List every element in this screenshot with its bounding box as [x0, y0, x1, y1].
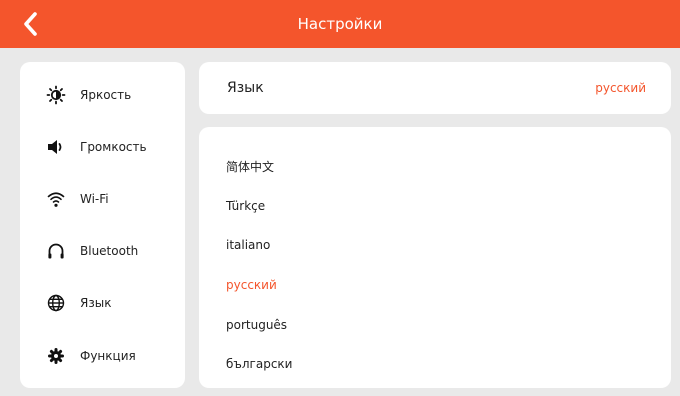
- sidebar-item-function[interactable]: Функция: [20, 336, 185, 376]
- sidebar-item-label: Wi-Fi: [80, 192, 109, 206]
- language-option-portuguese[interactable]: português: [226, 315, 646, 335]
- globe-icon: [46, 293, 66, 313]
- language-header-card: Язык русский: [199, 62, 671, 114]
- language-list: 简体中文 Türkçe italiano русский português б…: [199, 127, 671, 388]
- volume-icon: [46, 137, 66, 157]
- language-option-bulgarian[interactable]: български: [226, 354, 646, 374]
- top-bar: Настройки: [0, 0, 680, 48]
- sidebar-item-label: Bluetooth: [80, 244, 139, 258]
- page-title: Настройки: [297, 15, 383, 33]
- settings-sidebar: Яркость Громкость Wi-Fi Bluetooth Язык Ф…: [20, 62, 185, 388]
- current-language-value: русский: [595, 81, 646, 95]
- language-option-italian[interactable]: italiano: [226, 235, 646, 255]
- sidebar-item-label: Функция: [80, 349, 136, 363]
- sidebar-item-label: Громкость: [80, 140, 147, 154]
- sidebar-item-wifi[interactable]: Wi-Fi: [20, 179, 185, 219]
- sidebar-item-language[interactable]: Язык: [20, 283, 185, 323]
- brightness-icon: [46, 85, 66, 105]
- wifi-icon: [46, 189, 66, 209]
- sidebar-item-bluetooth[interactable]: Bluetooth: [20, 231, 185, 271]
- language-label: Язык: [227, 80, 264, 96]
- sidebar-item-volume[interactable]: Громкость: [20, 127, 185, 167]
- headphones-icon: [46, 241, 66, 261]
- sidebar-item-label: Язык: [80, 296, 112, 310]
- language-option-chinese[interactable]: 简体中文: [226, 157, 646, 177]
- language-option-russian[interactable]: русский: [226, 275, 646, 295]
- sidebar-item-label: Яркость: [80, 88, 132, 102]
- gear-icon: [46, 346, 66, 366]
- language-option-turkish[interactable]: Türkçe: [226, 196, 646, 216]
- sidebar-item-brightness[interactable]: Яркость: [20, 75, 185, 115]
